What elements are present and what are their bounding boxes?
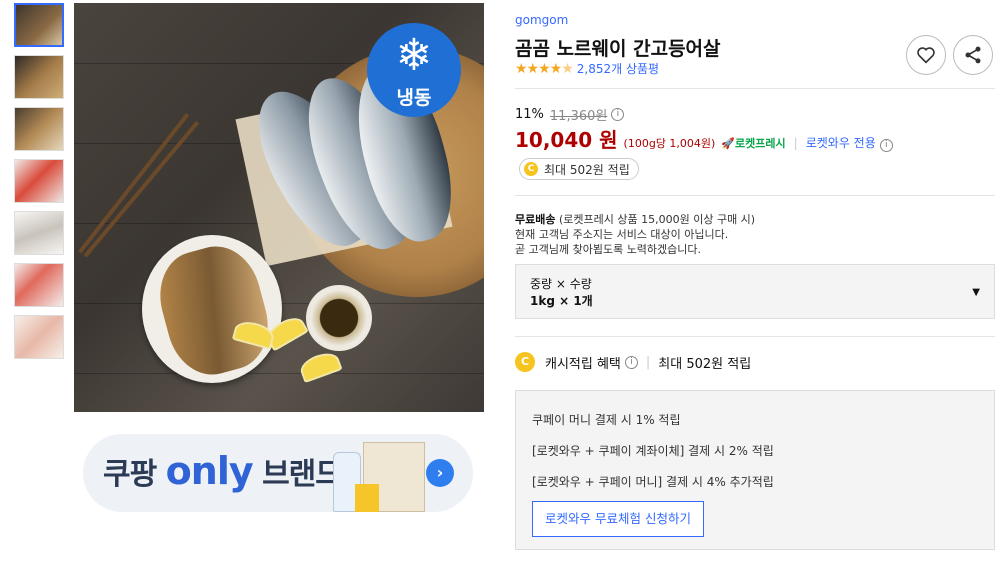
benefit-line: 쿠페이 머니 결제 시 1% 적립 xyxy=(532,413,681,427)
rating-row: ★★★★★ 2,852개 상품평 xyxy=(515,60,659,77)
info-icon[interactable]: i xyxy=(879,139,893,152)
thumbnail[interactable] xyxy=(14,3,64,47)
rocket-label: 로켓프레시 xyxy=(735,137,786,150)
discount-rate: 11% xyxy=(515,107,544,122)
share-icon xyxy=(965,46,981,64)
benefit-line: [로켓와우 + 쿠페이 머니] 결제 시 4% 추가적립 xyxy=(532,475,774,489)
cashback-pill: C 최대 502원 적립 xyxy=(519,158,639,180)
cup-image xyxy=(355,484,379,512)
shipping-line2: 현재 고객님 주소지는 서비스 대상이 아닙니다. xyxy=(515,228,729,241)
coin-icon: C xyxy=(515,352,535,372)
option-value: 1kg × 1개 xyxy=(530,294,593,308)
promo-brand-text: 쿠팡 only 브랜드 xyxy=(103,449,343,493)
coupang-only-brand-banner[interactable]: 쿠팡 only 브랜드 › xyxy=(83,434,473,512)
option-label: 중량 × 수량 xyxy=(530,277,592,291)
shipping-title: 무료배송 xyxy=(515,213,556,226)
coin-icon: C xyxy=(524,162,538,176)
cash-benefit-title: 캐시적립 혜택 xyxy=(545,356,621,372)
thumbnail[interactable] xyxy=(14,263,64,307)
snowflake-icon: ❄ xyxy=(395,30,433,81)
rocket-fresh-badge: 🚀로켓프레시 xyxy=(721,135,785,151)
info-icon[interactable]: i xyxy=(611,108,625,121)
arrow-right-icon[interactable]: › xyxy=(426,459,454,487)
shipping-info: 무료배송 (로켓프레시 상품 15,000원 이상 구매 시) 현재 고객님 주… xyxy=(515,212,755,257)
thumbnail[interactable] xyxy=(14,159,64,203)
promo-prefix: 쿠팡 xyxy=(103,457,157,492)
divider: | xyxy=(645,354,651,370)
heart-icon xyxy=(917,47,935,64)
caret-down-icon: ▼ xyxy=(972,287,980,298)
benefit-line: [로켓와우 + 쿠페이 계좌이체] 결제 시 2% 적립 xyxy=(532,444,774,458)
info-icon[interactable]: i xyxy=(624,355,638,369)
rocket-wow-label: 로켓와우 전용 xyxy=(805,136,876,150)
rocket-icon: 🚀 xyxy=(721,137,736,150)
main-product-image: ❄ 냉동 xyxy=(74,3,484,412)
share-button[interactable] xyxy=(953,35,993,75)
original-price: 11,360원 xyxy=(549,109,608,124)
shipping-line3: 곧 고객님께 찾아뵙도록 노력하겠습니다. xyxy=(515,243,702,256)
thumbnail[interactable] xyxy=(14,315,64,359)
price-row: 10,040 원 (100g당 1,004원) 🚀로켓프레시 | 로켓와우 전용… xyxy=(515,124,893,153)
promo-only: only xyxy=(165,449,254,493)
star-rating: ★★★★★ xyxy=(515,60,574,77)
divider: | xyxy=(793,136,798,150)
cashback-pill-text: 최대 502원 적립 xyxy=(544,162,630,177)
discount-row: 11% 11,360원 i xyxy=(515,105,625,124)
shipping-condition: (로켓프레시 상품 15,000원 이상 구매 시) xyxy=(558,213,756,226)
cash-benefit-box: 쿠페이 머니 결제 시 1% 적립 [로켓와우 + 쿠페이 계좌이체] 결제 시… xyxy=(515,390,995,550)
promo-suffix: 브랜드 xyxy=(262,457,343,492)
review-count-link[interactable]: 2,852개 상품평 xyxy=(577,60,659,77)
product-title: 곰곰 노르웨이 간고등어살 xyxy=(515,38,721,60)
rocket-wow-trial-button[interactable]: 로켓와우 무료체험 신청하기 xyxy=(532,501,704,537)
unit-price: (100g당 1,004원) xyxy=(623,137,716,150)
cash-benefit-row: C 캐시적립 혜택 i | 최대 502원 적립 xyxy=(515,352,751,372)
favorite-button[interactable] xyxy=(906,35,946,75)
thumbnail-list xyxy=(14,3,64,367)
brand-link[interactable]: gomgom xyxy=(515,13,568,27)
cash-benefit-max: 최대 502원 적립 xyxy=(658,356,752,372)
thumbnail[interactable] xyxy=(14,55,64,99)
frozen-badge-label: 냉동 xyxy=(396,87,432,109)
sale-price: 10,040 원 xyxy=(515,128,618,152)
frozen-badge: ❄ 냉동 xyxy=(367,23,461,117)
option-selector[interactable]: 중량 × 수량 1kg × 1개 ▼ xyxy=(515,264,995,319)
thumbnail[interactable] xyxy=(14,211,64,255)
thumbnail[interactable] xyxy=(14,107,64,151)
